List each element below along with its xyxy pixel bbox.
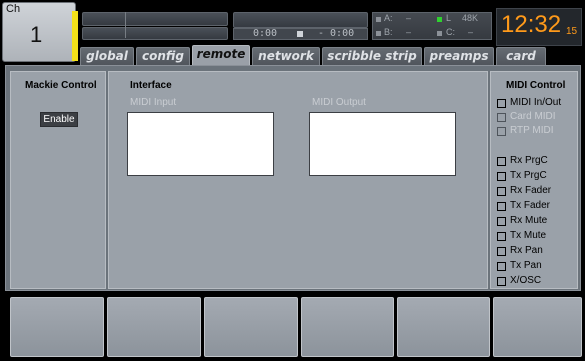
card-midi-label: Card MIDI bbox=[510, 111, 556, 122]
soft-button-5[interactable] bbox=[397, 297, 490, 357]
channel-number: 1 bbox=[30, 22, 43, 47]
tab-remote[interactable]: remote bbox=[192, 45, 250, 66]
tx-fader-label: Tx Fader bbox=[510, 200, 551, 211]
midi-in-out-label: MIDI In/Out bbox=[510, 97, 562, 108]
clock-time: 12:32 bbox=[501, 11, 562, 38]
status-b-indicator bbox=[376, 31, 381, 36]
soft-button-3[interactable] bbox=[204, 297, 298, 357]
midi-output-label: MIDI Output bbox=[312, 97, 366, 108]
remaining-time: - 0:00 bbox=[318, 28, 355, 39]
status-c-label: C: bbox=[446, 27, 455, 37]
elapsed-time: 0:00 bbox=[253, 28, 278, 39]
status-a-value: – bbox=[406, 13, 412, 23]
x-osc-checkbox[interactable] bbox=[497, 277, 506, 286]
status-b-value: – bbox=[406, 27, 412, 37]
status-a-label: A: bbox=[384, 13, 393, 23]
tab-preamps[interactable]: preamps bbox=[424, 47, 494, 65]
tx-mute-checkbox[interactable] bbox=[497, 232, 506, 241]
midi-control-title: MIDI Control bbox=[506, 80, 566, 91]
transport-track-info bbox=[233, 12, 368, 28]
x-osc-label: X/OSC bbox=[510, 275, 542, 286]
sync-label: L bbox=[446, 13, 452, 23]
channel-color-strip bbox=[72, 11, 78, 61]
tab-network[interactable]: network bbox=[252, 47, 320, 65]
tx-pan-label: Tx Pan bbox=[510, 260, 542, 271]
rx-pan-checkbox[interactable] bbox=[497, 247, 506, 256]
tx-mute-label: Tx Mute bbox=[510, 230, 547, 241]
stop-icon[interactable] bbox=[297, 31, 303, 37]
mackie-control-section bbox=[10, 71, 106, 289]
rx-prgc-label: Rx PrgC bbox=[510, 155, 548, 166]
soft-button-6[interactable] bbox=[493, 297, 582, 357]
midi-input-label: MIDI Input bbox=[130, 97, 177, 108]
tx-prgc-checkbox[interactable] bbox=[497, 172, 506, 181]
tx-fader-checkbox[interactable] bbox=[497, 202, 506, 211]
mackie-enable-button[interactable]: Enable bbox=[40, 112, 78, 127]
rx-mute-checkbox[interactable] bbox=[497, 217, 506, 226]
tx-prgc-label: Tx PrgC bbox=[510, 170, 547, 181]
rx-pan-label: Rx Pan bbox=[510, 245, 543, 256]
clock-seconds: 15 bbox=[566, 26, 578, 37]
card-midi-checkbox[interactable] bbox=[497, 113, 506, 122]
soft-button-4[interactable] bbox=[301, 297, 394, 357]
channel-label: Ch bbox=[6, 3, 21, 15]
midi-in-out-checkbox[interactable] bbox=[497, 99, 506, 108]
midi-output-list[interactable] bbox=[309, 112, 456, 176]
status-c-indicator bbox=[437, 31, 442, 36]
rx-prgc-checkbox[interactable] bbox=[497, 157, 506, 166]
status-a-indicator bbox=[376, 17, 381, 22]
rx-fader-label: Rx Fader bbox=[510, 185, 552, 196]
sample-rate: 48K bbox=[462, 13, 479, 23]
tab-global[interactable]: global bbox=[80, 47, 134, 65]
midi-input-list[interactable] bbox=[127, 112, 274, 176]
rx-mute-label: Rx Mute bbox=[510, 215, 548, 226]
interface-title: Interface bbox=[130, 80, 172, 91]
scribble-name-top bbox=[82, 12, 228, 26]
tab-scribble-strip[interactable]: scribble strip bbox=[322, 47, 422, 65]
status-c-value: – bbox=[468, 27, 474, 37]
status-b-label: B: bbox=[384, 27, 393, 37]
mackie-control-title: Mackie Control bbox=[25, 80, 97, 91]
soft-button-2[interactable] bbox=[107, 297, 201, 357]
rx-fader-checkbox[interactable] bbox=[497, 187, 506, 196]
rtp-midi-checkbox[interactable] bbox=[497, 127, 506, 136]
soft-button-1[interactable] bbox=[10, 297, 104, 357]
sync-indicator bbox=[437, 17, 442, 22]
scribble-name-bottom bbox=[82, 27, 228, 40]
tab-card[interactable]: card bbox=[496, 47, 546, 65]
tab-config[interactable]: config bbox=[136, 47, 190, 65]
tx-pan-checkbox[interactable] bbox=[497, 262, 506, 271]
name-divider bbox=[125, 12, 126, 38]
rtp-midi-label: RTP MIDI bbox=[510, 125, 554, 136]
